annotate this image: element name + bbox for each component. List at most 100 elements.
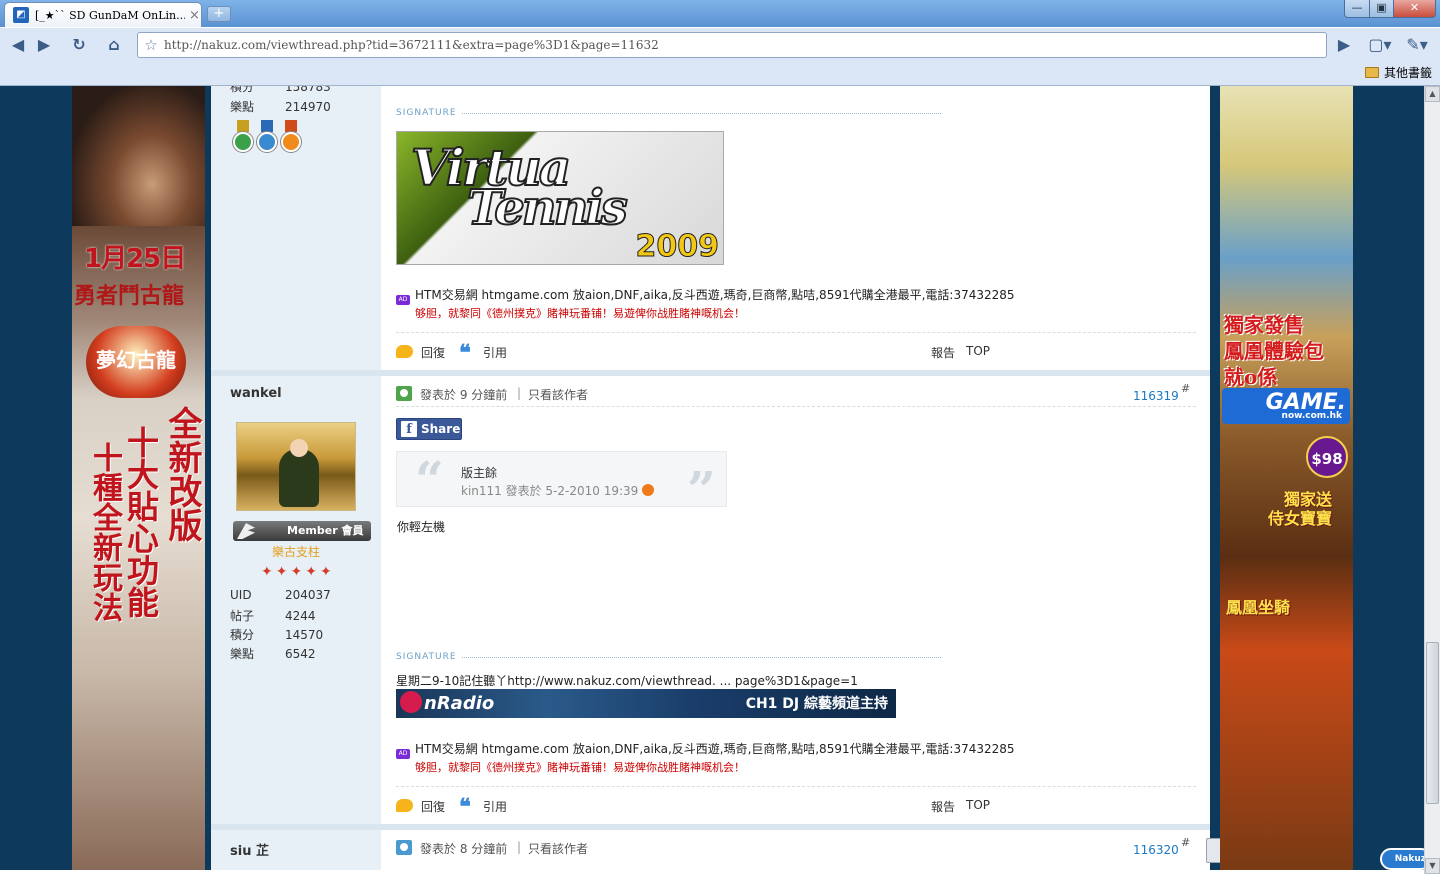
page-viewport: 1月25日 勇者鬥古龍 夢幻古龍 全新改版 十大貼心功能 十種全新玩法 積分 15…	[0, 86, 1424, 870]
post-number[interactable]: 116320	[1133, 843, 1179, 857]
reply-icon[interactable]	[396, 345, 413, 358]
close-window-button[interactable]: ✕	[1393, 0, 1436, 18]
quote-block: “ ” 版主餘 kin111 發表於 5-2-2010 19:39	[396, 450, 727, 519]
go-button[interactable]: ▶	[1332, 33, 1356, 57]
home-button[interactable]: ⌂	[102, 33, 126, 57]
forward-button[interactable]: ▶	[32, 33, 56, 57]
ad-icon: AD	[396, 295, 410, 305]
radio-channel: CH1 DJ 綜藝頻道主持	[745, 696, 888, 712]
bookmark-star-icon[interactable]: ☆	[138, 36, 164, 54]
user-stat: 積分 14570	[230, 628, 324, 642]
user-stat: 樂點 6542	[230, 647, 316, 661]
post: 積分 158783 樂點 214970 SIGNATURE Virtua Tenni…	[211, 86, 1210, 370]
quote-link[interactable]: 引用	[483, 344, 507, 361]
post-body: 發表於 9 分鐘前 | 只看該作者 116319 # f Share “ ” 版…	[381, 376, 1210, 824]
report-link[interactable]: 報告	[931, 344, 955, 361]
browser-toolbar: ◀ ▶ ↻ ⌂ ☆ http://nakuz.com/viewthread.ph…	[0, 27, 1440, 61]
ad-icon: AD	[396, 749, 410, 759]
window-titlebar: ◩ [_★`` SD GunDaM OnLin... × + — ▣ ✕	[0, 0, 1440, 27]
rank-badge: Member 會員	[233, 521, 371, 541]
username[interactable]: wankel	[230, 386, 282, 401]
top-link[interactable]: TOP	[966, 344, 990, 358]
user-stat: 帖子 4244	[230, 609, 316, 623]
quote-link[interactable]: 引用	[483, 798, 507, 815]
right-side-ad[interactable]: 獨家發售 鳳凰體驗包 就o係 GAME. now.com.hk $98 獨家送 侍…	[1220, 86, 1353, 870]
ad-headline: 獨家發售 鳳凰體驗包 就o係	[1224, 313, 1324, 389]
post-body: 發表於 8 分鐘前 | 只看該作者 116320 # ⋮ ⌨ ? ▾	[381, 830, 1279, 870]
signature-text[interactable]: 星期二9-10記住聽丫http://www.nakuz.com/viewthre…	[396, 672, 858, 689]
reply-link[interactable]: 回復	[421, 798, 445, 815]
divider	[396, 406, 1196, 407]
back-button[interactable]: ◀	[6, 33, 30, 57]
user-stat: UID 204037	[230, 588, 331, 602]
online-status-icon	[396, 386, 412, 401]
post-header: 發表於 8 分鐘前 | 只看該作者 116320 #	[396, 836, 1196, 860]
medal-icon	[233, 120, 253, 152]
quote-meta: kin111 發表於 5-2-2010 19:39	[461, 482, 655, 499]
post-actions: 回復 ❝ 引用 報告 TOP	[396, 794, 1196, 820]
ad-date: 1月25日	[84, 244, 186, 274]
quote-icon[interactable]: ❝	[459, 340, 471, 366]
username[interactable]: siu 芷	[230, 840, 269, 859]
reply-link[interactable]: 回復	[421, 344, 445, 361]
nakuz-watermark[interactable]: Nakuz	[1380, 848, 1424, 870]
other-bookmarks-label: 其他書籤	[1383, 66, 1432, 80]
avatar[interactable]	[236, 422, 356, 511]
tab-close-icon[interactable]: ×	[189, 8, 200, 23]
goto-post-icon[interactable]	[642, 484, 655, 496]
ad-game-logo: GAME. now.com.hk	[1222, 388, 1350, 424]
address-bar[interactable]: ☆ http://nakuz.com/viewthread.php?tid=36…	[137, 32, 1327, 58]
post-author-panel: siu 芷	[211, 830, 381, 870]
divider	[396, 332, 1196, 333]
new-tab-button[interactable]: +	[207, 6, 231, 22]
page-menu-icon[interactable]: ▢▾	[1366, 33, 1394, 57]
vertical-scrollbar[interactable]: ▲ ▼	[1424, 86, 1440, 874]
quote-icon[interactable]: ❝	[459, 794, 471, 820]
left-side-ad[interactable]: 1月25日 勇者鬥古龍 夢幻古龍 全新改版 十大貼心功能 十種全新玩法	[72, 86, 205, 870]
scroll-up-icon[interactable]: ▲	[1425, 86, 1440, 102]
report-link[interactable]: 報告	[931, 798, 955, 815]
star-icon: ✦	[275, 564, 288, 580]
medal-icon	[257, 120, 277, 152]
signature-divider: SIGNATURE	[396, 108, 941, 118]
tab-title: [_★`` SD GunDaM OnLin...	[35, 8, 185, 22]
ad-link[interactable]: 够胆，就黎同《德州撲克》賭神玩番铺！易遊俾你战胜賭神嘅机会！	[415, 759, 745, 775]
bookmarks-bar: 其他書籤	[0, 61, 1440, 86]
ad-link[interactable]: 够胆，就黎同《德州撲克》賭神玩番铺！易遊俾你战胜賭神嘅机会！	[415, 305, 745, 321]
post-time: 發表於 9 分鐘前	[420, 388, 508, 402]
only-author-link[interactable]: 只看該作者	[528, 386, 588, 403]
reload-button[interactable]: ↻	[67, 33, 91, 57]
post-author-panel: wankel Member 會員 樂古支柱 ✦ ✦ ✦ ✦ ✦ UID 204037 帖子…	[211, 376, 381, 824]
facebook-share-button[interactable]: f Share	[396, 418, 462, 440]
medal-icon	[281, 120, 301, 152]
post-author-panel: 積分 158783 樂點 214970	[211, 86, 381, 370]
ad-vertical-text: 十種全新玩法	[87, 442, 122, 622]
ad-ride-text: 鳳凰坐騎	[1226, 598, 1291, 617]
browser-tab[interactable]: ◩ [_★`` SD GunDaM OnLin... ×	[4, 2, 202, 27]
wrench-menu-icon[interactable]: ✎▾	[1402, 33, 1432, 57]
ad-game-logo: 夢幻古龍	[86, 326, 186, 398]
scroll-down-icon[interactable]: ▼	[1425, 858, 1440, 874]
reply-icon[interactable]	[396, 799, 413, 812]
rank-stars: ✦ ✦ ✦ ✦ ✦	[261, 564, 332, 580]
ad-link[interactable]: HTM交易網 htmgame.com 放aion,DNF,aika,反斗西遊,瑪…	[415, 740, 1015, 757]
post-number[interactable]: 116319	[1133, 389, 1179, 403]
quote-open-icon: “	[415, 450, 444, 509]
user-stat: 樂點 214970	[230, 100, 331, 114]
other-bookmarks-button[interactable]: 其他書籤	[1364, 64, 1432, 81]
top-link[interactable]: TOP	[966, 798, 990, 812]
signature-banner[interactable]: nRadio CH1 DJ 綜藝頻道主持	[396, 689, 896, 718]
online-status-icon	[396, 840, 412, 855]
user-medals	[233, 120, 301, 152]
only-author-link[interactable]: 只看該作者	[528, 840, 588, 857]
maximize-button[interactable]: ▣	[1369, 0, 1394, 18]
star-icon: ✦	[261, 564, 273, 580]
ad-link[interactable]: HTM交易網 htmgame.com 放aion,DNF,aika,反斗西遊,瑪…	[415, 286, 1015, 303]
star-icon: ✦	[319, 564, 332, 580]
minimize-button[interactable]: —	[1344, 0, 1370, 18]
post-header: 發表於 9 分鐘前 | 只看該作者 116319 #	[396, 382, 1196, 406]
forum-thread: 積分 158783 樂點 214970 SIGNATURE Virtua Tenni…	[211, 86, 1279, 870]
folder-icon	[1364, 67, 1379, 78]
scrollbar-thumb[interactable]	[1426, 642, 1439, 804]
address-url[interactable]: http://nakuz.com/viewthread.php?tid=3672…	[164, 38, 659, 52]
